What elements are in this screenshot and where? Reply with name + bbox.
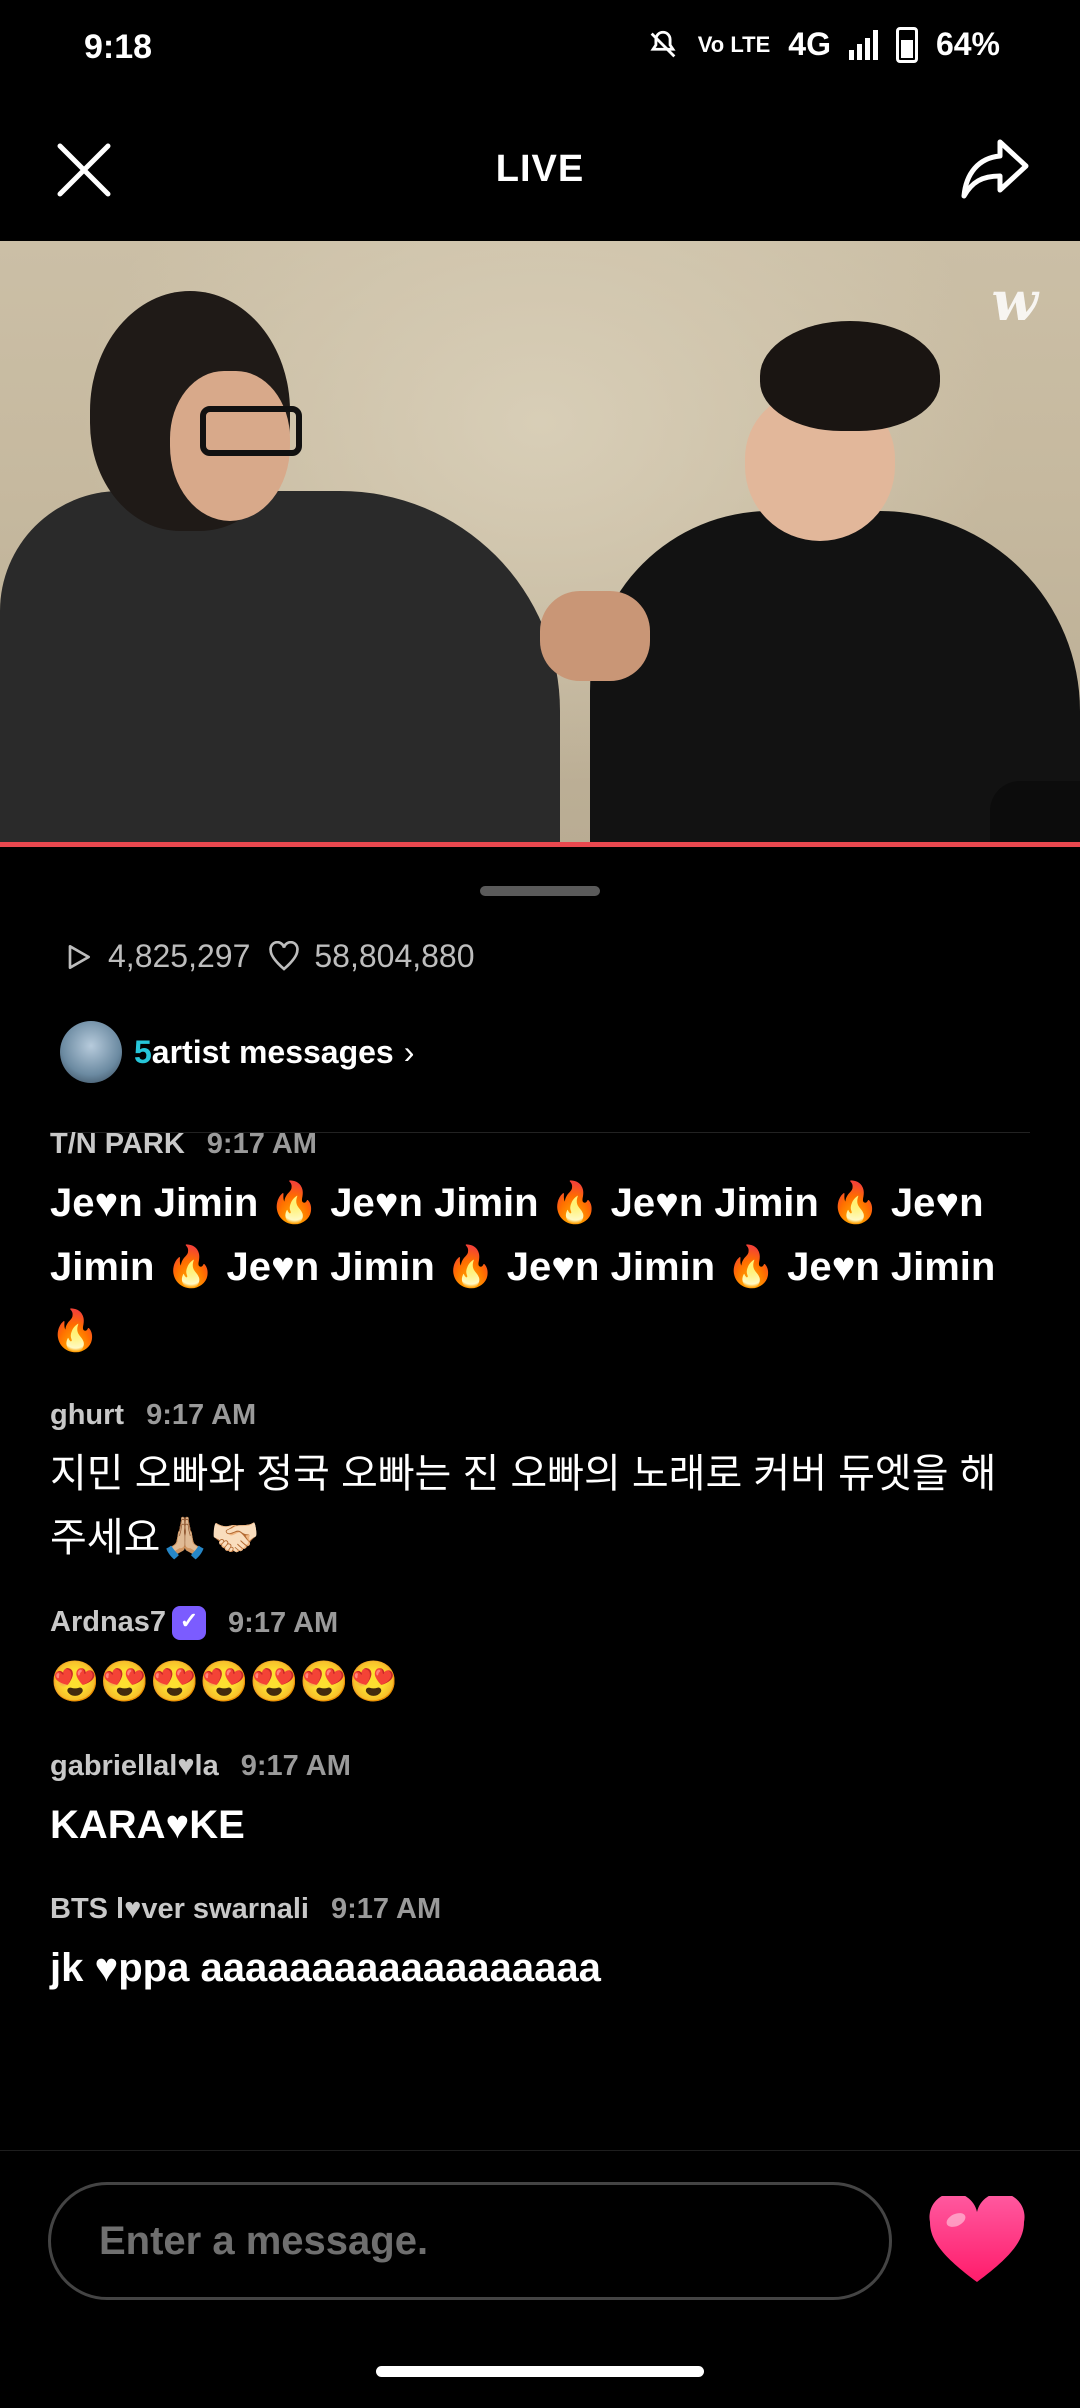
chat-time: 9:17 AM <box>240 1750 351 1783</box>
artist-messages-link[interactable]: 5 artist messages › <box>60 1021 414 1083</box>
chat-username[interactable]: gabriellal♥la <box>50 1750 219 1783</box>
chat-message: BTS l♥ver swarnali 9:17 AM jk ♥ppa aaaaaa… <box>50 1893 1030 2000</box>
live-video-player[interactable]: w <box>0 241 1080 846</box>
artist-messages-label: artist messages <box>151 1033 394 1070</box>
chat-time: 9:17 AM <box>331 1893 442 1926</box>
likes-stat: 58,804,880 <box>268 938 475 975</box>
chat-time: 9:17 AM <box>206 1128 317 1160</box>
chat-text: 😍😍😍😍😍😍😍 <box>50 1660 399 1705</box>
plays-stat: 4,825,297 <box>62 938 250 975</box>
chair <box>990 781 1080 846</box>
input-divider <box>0 2150 1080 2151</box>
person-left-body <box>0 491 560 846</box>
weverse-logo: w <box>991 269 1039 333</box>
status-bar: 9:18 Vo LTE 4G 64% <box>0 0 1080 100</box>
play-icon <box>68 944 90 969</box>
battery-level: 64% <box>935 26 1000 62</box>
stats-row: 4,825,297 58,804,880 <box>62 938 475 975</box>
heart-outline-icon <box>269 940 300 971</box>
status-icons: Vo LTE 4G 64% <box>646 26 1000 63</box>
chat-text: Je♥n Jimin 🔥 Je♥n Jimin 🔥 Je♥n Jimin 🔥 J… <box>50 1181 996 1353</box>
chat-time: 9:17 AM <box>228 1606 339 1639</box>
chat-text: 지민 오빠와 정국 오빠는 진 오빠의 노래로 커버 듀엣을 해주세요🙏🏼🤝🏻 <box>50 1452 997 1560</box>
home-indicator <box>376 2366 704 2377</box>
chat-message: Ardnas7 9:17 AM 😍😍😍😍😍😍😍 <box>50 1606 1030 1714</box>
chat-message: T/N PARK 9:17 AM Je♥n Jimin 🔥 Je♥n Jimin … <box>50 1128 1030 1363</box>
signal-icon <box>848 29 878 60</box>
chat-message: gabriellal♥la 9:17 AM KARA♥KE <box>50 1750 1030 1857</box>
artist-avatar <box>60 1021 122 1083</box>
drag-handle[interactable] <box>480 886 600 896</box>
chat-username[interactable]: T/N PARK <box>50 1128 185 1161</box>
message-input-container[interactable] <box>48 2182 892 2300</box>
chevron-right-icon: › <box>403 1033 415 1070</box>
chat-list[interactable]: T/N PARK 9:17 AM Je♥n Jimin 🔥 Je♥n Jimin … <box>50 1128 1030 2036</box>
video-progress-bar[interactable] <box>0 842 1080 847</box>
chat-username[interactable]: BTS l♥ver swarnali <box>50 1893 309 1926</box>
chat-message: ghurt 9:17 AM 지민 오빠와 정국 오빠는 진 오빠의 노래로 커버 … <box>50 1399 1030 1570</box>
share-icon[interactable] <box>960 136 1030 202</box>
likes-count: 58,804,880 <box>314 938 475 974</box>
person-right-head <box>760 321 940 431</box>
top-bar: LIVE <box>0 100 1080 240</box>
hands <box>540 591 650 681</box>
status-time: 9:18 <box>84 28 153 66</box>
battery-icon <box>895 26 918 63</box>
chat-time: 9:17 AM <box>146 1399 257 1431</box>
plays-count: 4,825,297 <box>108 938 251 974</box>
message-input[interactable] <box>97 2217 889 2265</box>
artist-messages-count: 5 <box>134 1033 152 1070</box>
chat-text: jk ♥ppa aaaaaaaaaaaaaaaaaa <box>50 1946 601 1991</box>
chat-username[interactable]: ghurt <box>50 1399 124 1432</box>
volte-indicator: Vo LTE <box>697 31 771 57</box>
notifications-off-icon <box>650 30 676 57</box>
chat-username[interactable]: Ardnas7 <box>50 1606 166 1638</box>
chat-text: KARA♥KE <box>50 1803 245 1848</box>
heart-icon[interactable] <box>928 2196 1026 2286</box>
glasses <box>200 406 302 456</box>
verified-badge-icon <box>172 1606 207 1641</box>
page-title: LIVE <box>495 148 585 190</box>
network-type: 4G <box>788 26 831 62</box>
